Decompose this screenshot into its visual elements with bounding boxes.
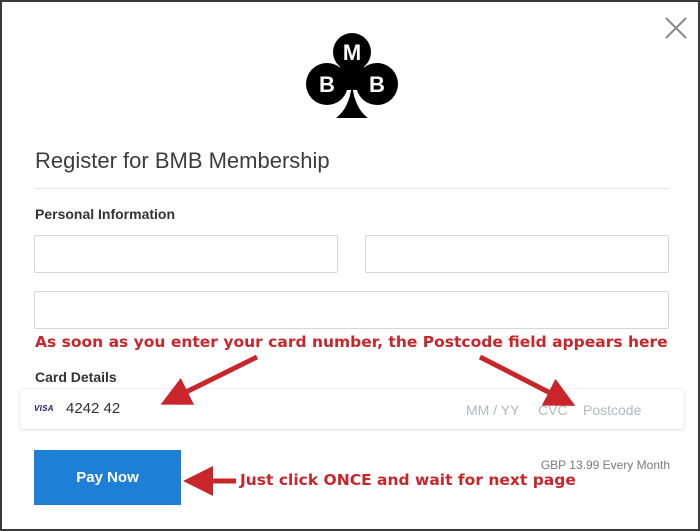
registration-modal: M B B Register for BMB Membership Person… — [0, 0, 700, 531]
arrow-to-card-number — [160, 354, 259, 405]
annotation-arrows — [160, 354, 576, 496]
arrow-to-postcode — [478, 354, 576, 406]
